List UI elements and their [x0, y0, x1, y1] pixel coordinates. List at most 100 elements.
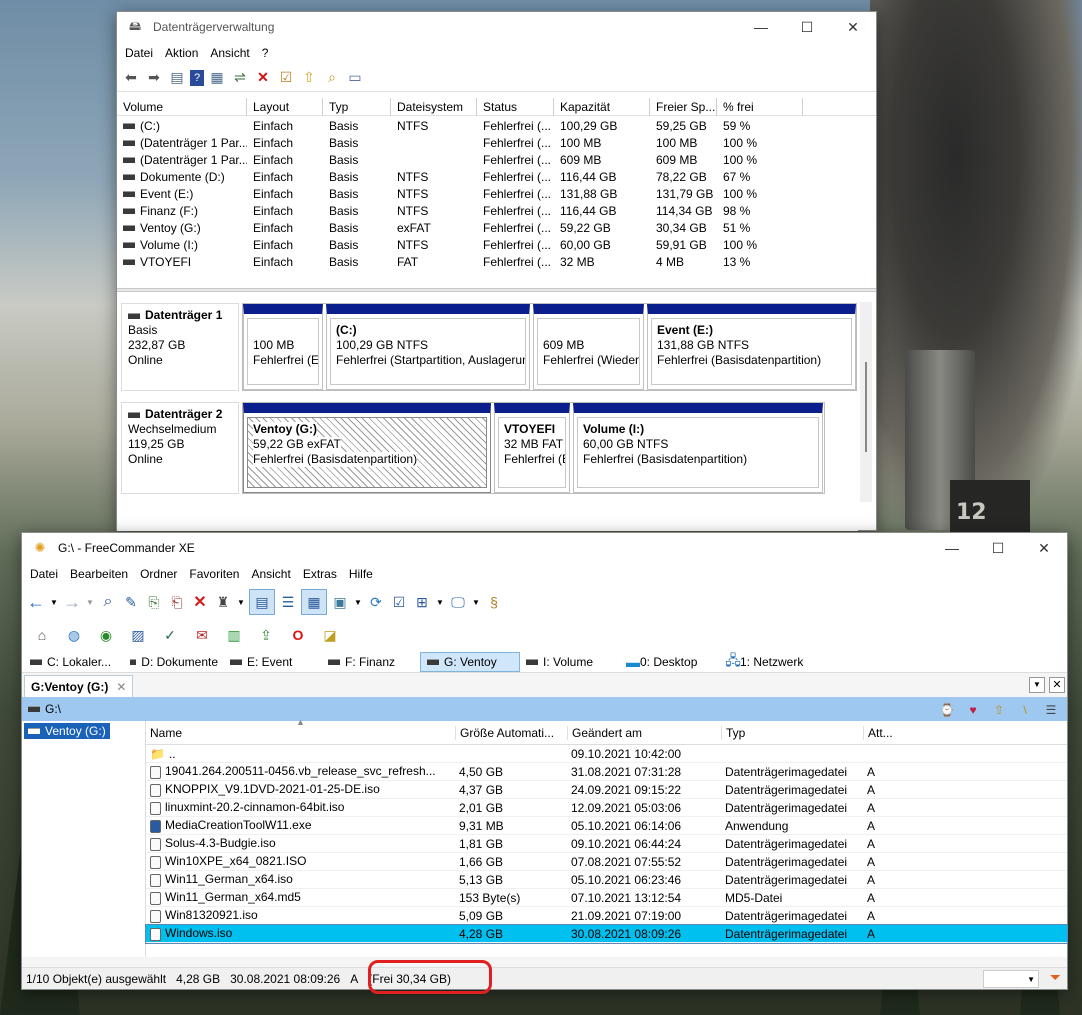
volume-row[interactable]: Dokumente (D:) Einfach Basis NTFS Fehlerfrei…: [117, 168, 876, 185]
col-size[interactable]: Größe Automati...: [455, 725, 567, 740]
drive-tab-f[interactable]: F: Finanz: [322, 652, 420, 672]
volume-row[interactable]: Finanz (F:) Einfach Basis NTFS Fehlerfrei (.…: [117, 202, 876, 219]
fc-close-button[interactable]: ✕: [1021, 533, 1067, 563]
menu-aktion[interactable]: Aktion: [159, 46, 204, 60]
volume-row[interactable]: Volume (I:) Einfach Basis NTFS Fehlerfrei (.…: [117, 236, 876, 253]
back-icon[interactable]: ←: [26, 592, 46, 612]
move-icon[interactable]: ⎗: [167, 592, 187, 612]
delete-icon[interactable]: ✕: [190, 592, 210, 612]
file-row[interactable]: Windows.iso 4,28 GB 30.08.2021 08:09:26 Dat…: [145, 924, 1068, 944]
forward-icon[interactable]: ➡: [144, 68, 164, 88]
monitor-dropdown-icon[interactable]: ▼: [471, 592, 481, 612]
close-button[interactable]: ✕: [830, 12, 876, 42]
col-status[interactable]: Status: [477, 97, 554, 116]
layout-icon[interactable]: ⊞: [412, 592, 432, 612]
drive-tab-desktop[interactable]: ▬ 0: Desktop: [620, 652, 720, 672]
mail-icon[interactable]: ✉: [192, 625, 212, 645]
volume-row[interactable]: Event (E:) Einfach Basis NTFS Fehlerfrei (..…: [117, 185, 876, 202]
splitter[interactable]: [117, 288, 876, 292]
binoculars-icon[interactable]: ♜: [213, 592, 233, 612]
panel-close-icon[interactable]: ✕: [1049, 677, 1065, 693]
back-icon[interactable]: ⬅: [121, 68, 141, 88]
fc-menu-ansicht[interactable]: Ansicht: [245, 567, 296, 581]
vertical-scrollbar[interactable]: [860, 302, 872, 502]
file-row[interactable]: Win11_German_x64.md5 153 Byte(s) 07.10.202…: [146, 889, 1067, 907]
file-row[interactable]: Win10XPE_x64_0821.ISO 1,66 GB 07.08.2021 0…: [146, 853, 1067, 871]
binoculars-dropdown-icon[interactable]: ▼: [236, 592, 246, 612]
check-icon[interactable]: ☑: [276, 68, 296, 88]
minimize-button[interactable]: —: [738, 12, 784, 42]
fc-menu-bearbeiten[interactable]: Bearbeiten: [64, 567, 134, 581]
file-row[interactable]: linuxmint-20.2-cinnamon-64bit.iso 2,01 GB…: [146, 799, 1067, 817]
monitor-chart-icon[interactable]: ▨: [128, 625, 148, 645]
monitor-icon[interactable]: 🖵: [448, 592, 468, 612]
partition-vtoyefi[interactable]: VTOYEFI 32 MB FAT Fehlerfrei (B: [494, 403, 570, 493]
partition-efi[interactable]: 100 MBFehlerfrei (EF: [243, 304, 323, 390]
menu-datei[interactable]: Datei: [119, 46, 159, 60]
disk1-label[interactable]: Datenträger 1 Basis 232,87 GB Online: [121, 303, 239, 391]
drive-tab-network[interactable]: 🖧 1: Netzwerk: [720, 652, 820, 672]
drive-tab-e[interactable]: E: Event: [224, 652, 322, 672]
partition-c[interactable]: (C:) 100,29 GB NTFS Fehlerfrei (Startparti…: [326, 304, 530, 390]
file-row[interactable]: MediaCreationToolW11.exe 9,31 MB 05.10.202…: [146, 817, 1067, 835]
file-row[interactable]: Solus-4.3-Budgie.iso 1,81 GB 09.10.2021 06…: [146, 835, 1067, 853]
help-icon[interactable]: ?: [190, 69, 204, 86]
details-view-icon[interactable]: ☰: [278, 592, 298, 612]
drive-tab-c[interactable]: C: Lokaler...: [24, 652, 124, 672]
partition-i[interactable]: Volume (I:) 60,00 GB NTFS Fehlerfrei (Basi…: [573, 403, 823, 493]
panel-dropdown-icon[interactable]: ▼: [1029, 677, 1045, 693]
file-row[interactable]: 📁.. 09.10.2021 10:42:00: [146, 745, 1067, 763]
fc-menu-hilfe[interactable]: Hilfe: [343, 567, 379, 581]
panel-tab-close-icon[interactable]: ✕: [116, 680, 126, 694]
volume-row[interactable]: (Datenträger 1 Par... Einfach Basis Fehlerf…: [117, 134, 876, 151]
search-icon[interactable]: ⌕: [98, 592, 118, 612]
connect-icon[interactable]: ⇌: [230, 68, 250, 88]
col-prozent-frei[interactable]: % frei: [717, 97, 803, 116]
up-folder-icon[interactable]: ⇧: [989, 700, 1009, 720]
file-row[interactable]: KNOPPIX_V9.1DVD-2021-01-25-DE.iso 4,37 GB…: [146, 781, 1067, 799]
volume-row[interactable]: (Datenträger 1 Par... Einfach Basis Fehlerf…: [117, 151, 876, 168]
list-view-icon[interactable]: ▦: [301, 589, 327, 615]
menu-ansicht[interactable]: Ansicht: [204, 46, 255, 60]
copy-icon[interactable]: ⎘: [144, 592, 164, 612]
col-name[interactable]: Name: [146, 726, 455, 740]
volume-row[interactable]: VTOYEFI Einfach Basis FAT Fehlerfrei (... 32 …: [117, 253, 876, 270]
path-text[interactable]: G:\: [45, 702, 61, 716]
fc-minimize-button[interactable]: —: [929, 533, 975, 563]
col-modified[interactable]: Geändert am: [567, 725, 721, 740]
volume-row[interactable]: Ventoy (G:) Einfach Basis exFAT Fehlerfrei (…: [117, 219, 876, 236]
col-freier-speicher[interactable]: Freier Sp...: [650, 97, 717, 116]
file-row[interactable]: Win81320921.iso 5,09 GB 21.09.2021 07:19:0…: [146, 907, 1067, 925]
upload-icon[interactable]: ⇪: [256, 625, 276, 645]
green-app-icon[interactable]: ◉: [96, 625, 116, 645]
folder-menu-icon[interactable]: ☰: [1041, 700, 1061, 720]
col-type[interactable]: Typ: [721, 725, 863, 740]
partition-e[interactable]: Event (E:) 131,88 GB NTFS Fehlerfrei (Basi…: [647, 304, 856, 390]
script-icon[interactable]: §: [484, 592, 504, 612]
drive-tab-i[interactable]: I: Volume: [520, 652, 620, 672]
tree-view-icon[interactable]: ▤: [249, 589, 275, 615]
col-layout[interactable]: Layout: [247, 97, 323, 116]
fc-menu-favoriten[interactable]: Favoriten: [183, 567, 245, 581]
fc-maximize-button[interactable]: ☐: [975, 533, 1021, 563]
filter-select[interactable]: ▼: [983, 970, 1039, 988]
layout-dropdown-icon[interactable]: ▼: [435, 592, 445, 612]
show-hide-tree-icon[interactable]: ▤: [167, 68, 187, 88]
forward-dropdown-icon[interactable]: ▼: [85, 592, 95, 612]
fc-menu-ordner[interactable]: Ordner: [134, 567, 183, 581]
maximize-button[interactable]: ☐: [784, 12, 830, 42]
properties-icon[interactable]: ▦: [207, 68, 227, 88]
col-dateisystem[interactable]: Dateisystem: [391, 97, 477, 116]
checkmark-tool-icon[interactable]: ✓: [160, 625, 180, 645]
thumbnail-view-icon[interactable]: ▣: [330, 592, 350, 612]
volume-row[interactable]: (C:) Einfach Basis NTFS Fehlerfrei (... 100,2…: [117, 117, 876, 134]
hat-icon[interactable]: ⌂: [32, 625, 52, 645]
file-row[interactable]: 19041.264.200511-0456.vb_release_svc_ref…: [146, 763, 1067, 781]
col-volume[interactable]: Volume: [117, 97, 247, 116]
file-row[interactable]: Win11_German_x64.iso 5,13 GB 05.10.2021 06…: [146, 871, 1067, 889]
history-folder-icon[interactable]: ⌚: [937, 700, 957, 720]
panel-tab[interactable]: G:Ventoy (G:) ✕: [24, 675, 134, 697]
up-folder-icon[interactable]: ⇧: [299, 68, 319, 88]
search-icon[interactable]: ⌕: [322, 68, 342, 88]
view-icon[interactable]: ▭: [345, 68, 365, 88]
